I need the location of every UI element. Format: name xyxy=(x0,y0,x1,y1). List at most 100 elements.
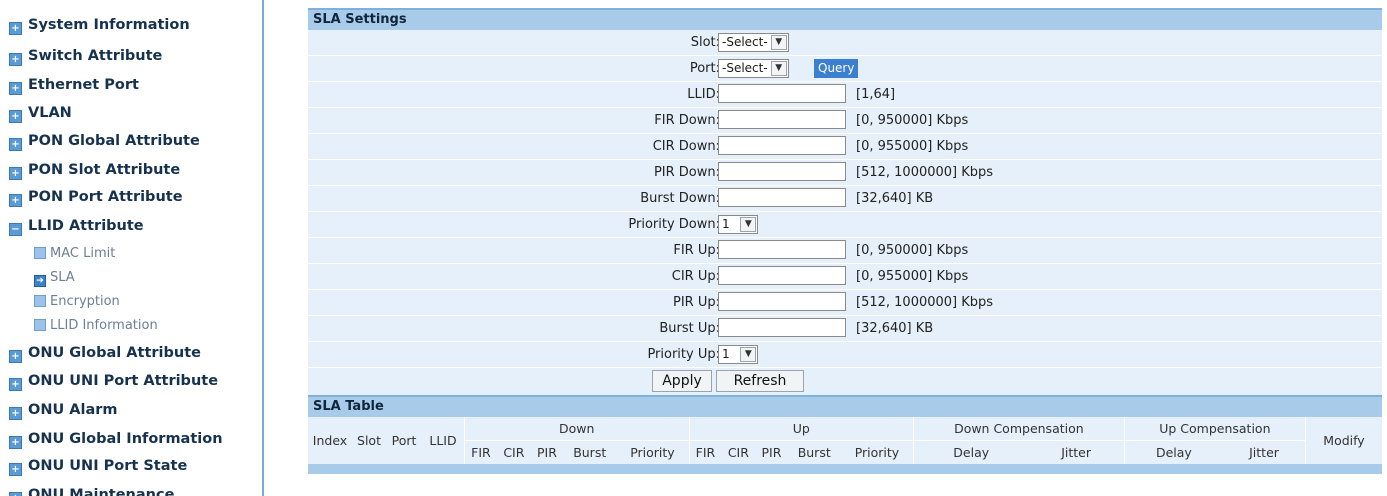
col-up-cir: CIR xyxy=(727,445,749,460)
fir-down-input[interactable] xyxy=(718,110,846,129)
col-up-fir: FIR xyxy=(688,440,722,464)
sidebar-item-vlan[interactable]: + VLAN xyxy=(9,100,72,126)
col-down-burst: Burst xyxy=(573,445,607,460)
priority-down-select[interactable]: 1 ▼ xyxy=(718,215,759,234)
sidebar-item-label: ONU Maintenance xyxy=(28,487,175,496)
priority-up-label: Priority Up: xyxy=(647,347,720,362)
sla-table: Index Slot Port LLID Down Up Down Compen… xyxy=(308,417,1382,464)
expand-icon: + xyxy=(9,82,22,95)
col-group-down: Down xyxy=(464,417,689,441)
cir-up-range-hint: [0, 955000] Kbps xyxy=(856,269,969,284)
sidebar-item-onu-alarm[interactable]: + ONU Alarm xyxy=(9,397,118,423)
sidebar-subitem-sla[interactable]: ➔ SLA xyxy=(34,266,75,290)
sidebar-subitem-label: Encryption xyxy=(50,294,120,309)
sidebar-item-onu-global-attribute[interactable]: + ONU Global Attribute xyxy=(9,340,201,366)
priority-up-row: Priority Up: 1 ▼ xyxy=(308,342,1382,368)
slot-select-value: -Select- xyxy=(722,35,768,49)
sidebar-divider xyxy=(262,0,264,496)
burst-down-row: Burst Down: [32,640] KB xyxy=(308,186,1382,212)
pir-down-range-hint: [512, 1000000] Kbps xyxy=(856,165,994,180)
burst-down-range-hint: [32,640] KB xyxy=(856,191,934,206)
col-up-pir: PIR xyxy=(761,445,782,460)
pir-up-label: PIR Up: xyxy=(673,295,720,310)
expand-icon: + xyxy=(9,350,22,363)
sidebar-subitem-mac-limit[interactable]: MAC Limit xyxy=(34,242,115,266)
col-index: Index xyxy=(312,433,348,448)
col-group-up-compensation: Up Compensation xyxy=(1123,417,1306,441)
burst-down-input[interactable] xyxy=(718,188,846,207)
priority-up-select[interactable]: 1 ▼ xyxy=(718,345,759,364)
apply-button[interactable]: Apply xyxy=(652,370,712,392)
sidebar-subitem-label: SLA xyxy=(50,270,75,285)
cir-down-input[interactable] xyxy=(718,136,846,155)
sidebar-item-label: PON Slot Attribute xyxy=(28,162,181,178)
cir-up-input[interactable] xyxy=(718,266,846,285)
sidebar-item-label: PON Port Attribute xyxy=(28,189,183,205)
sla-table-header: SLA Table xyxy=(308,395,1382,417)
priority-down-label: Priority Down: xyxy=(628,217,720,232)
sidebar-item-label: ONU Global Information xyxy=(28,431,223,447)
col-up-burst: Burst xyxy=(797,445,831,460)
sidebar-item-pon-port-attribute[interactable]: + PON Port Attribute xyxy=(9,184,183,210)
burst-up-label: Burst Up: xyxy=(659,321,720,336)
sidebar-item-system-information[interactable]: + System Information xyxy=(9,12,190,38)
sidebar-item-onu-uni-port-state[interactable]: + ONU UNI Port State xyxy=(9,453,187,479)
llid-range-hint: [1,64] xyxy=(856,87,896,102)
sidebar-item-label: ONU Global Attribute xyxy=(28,345,201,361)
sidebar-item-pon-slot-attribute[interactable]: + PON Slot Attribute xyxy=(9,157,180,183)
sidebar-subitem-llid-information[interactable]: LLID Information xyxy=(34,314,158,338)
priority-down-row: Priority Down: 1 ▼ xyxy=(308,212,1382,238)
port-select[interactable]: -Select- ▼ xyxy=(718,59,789,78)
burst-up-input[interactable] xyxy=(718,318,846,337)
priority-up-value: 1 xyxy=(722,347,730,361)
col-up-comp-delay: Delay xyxy=(1123,440,1224,464)
sidebar-subitem-encryption[interactable]: Encryption xyxy=(34,290,120,314)
sidebar-item-switch-attribute[interactable]: + Switch Attribute xyxy=(9,43,162,69)
sidebar-item-onu-global-information[interactable]: + ONU Global Information xyxy=(9,426,223,452)
fir-up-input[interactable] xyxy=(718,240,846,259)
port-row: Port: -Select- ▼ Query xyxy=(308,56,1382,82)
fir-down-range-hint: [0, 950000] Kbps xyxy=(856,113,969,128)
pir-up-row: PIR Up: [512, 1000000] Kbps xyxy=(308,290,1382,316)
sidebar-item-onu-maintenance[interactable]: + ONU Maintenance xyxy=(9,482,174,496)
sidebar-subitem-label: LLID Information xyxy=(50,318,158,333)
fir-up-label: FIR Up: xyxy=(673,243,720,258)
col-down-comp-delay: Delay xyxy=(913,440,1029,464)
expand-icon: + xyxy=(9,138,22,151)
chevron-down-icon: ▼ xyxy=(740,217,757,232)
expand-icon: + xyxy=(9,463,22,476)
fir-up-range-hint: [0, 950000] Kbps xyxy=(856,243,969,258)
page-icon xyxy=(34,319,46,331)
llid-input[interactable] xyxy=(718,84,846,103)
port-label: Port: xyxy=(689,61,720,76)
sidebar-item-llid-attribute[interactable]: − LLID Attribute xyxy=(9,213,144,239)
burst-up-range-hint: [32,640] KB xyxy=(856,321,934,336)
sidebar-item-pon-global-attribute[interactable]: + PON Global Attribute xyxy=(9,128,200,154)
sla-settings-header: SLA Settings xyxy=(308,8,1382,30)
pir-up-input[interactable] xyxy=(718,292,846,311)
fir-down-label: FIR Down: xyxy=(654,113,720,128)
expand-icon: + xyxy=(9,407,22,420)
slot-row: Slot: -Select- ▼ xyxy=(308,30,1382,56)
expand-icon: + xyxy=(9,22,22,35)
slot-label: Slot: xyxy=(690,35,720,50)
cir-down-label: CIR Down: xyxy=(652,139,720,154)
slot-select[interactable]: -Select- ▼ xyxy=(718,33,789,52)
sidebar-item-label: LLID Attribute xyxy=(28,218,144,234)
pir-up-range-hint: [512, 1000000] Kbps xyxy=(856,295,994,310)
expand-icon: + xyxy=(9,378,22,391)
sidebar-item-ethernet-port[interactable]: + Ethernet Port xyxy=(9,72,139,98)
fir-down-row: FIR Down: [0, 950000] Kbps xyxy=(308,108,1382,134)
col-slot: Slot xyxy=(357,433,381,448)
expand-icon: + xyxy=(9,53,22,66)
pir-down-label: PIR Down: xyxy=(653,165,720,180)
col-up-comp-jitter: Jitter xyxy=(1249,445,1279,460)
cir-up-label: CIR Up: xyxy=(671,269,720,284)
pir-down-input[interactable] xyxy=(718,162,846,181)
query-button[interactable]: Query xyxy=(814,59,859,78)
col-modify: Modify xyxy=(1305,417,1382,464)
sidebar-item-onu-uni-port-attribute[interactable]: + ONU UNI Port Attribute xyxy=(9,368,218,394)
refresh-button[interactable]: Refresh xyxy=(716,370,804,392)
collapse-icon: − xyxy=(9,223,22,236)
chevron-down-icon: ▼ xyxy=(770,61,787,76)
